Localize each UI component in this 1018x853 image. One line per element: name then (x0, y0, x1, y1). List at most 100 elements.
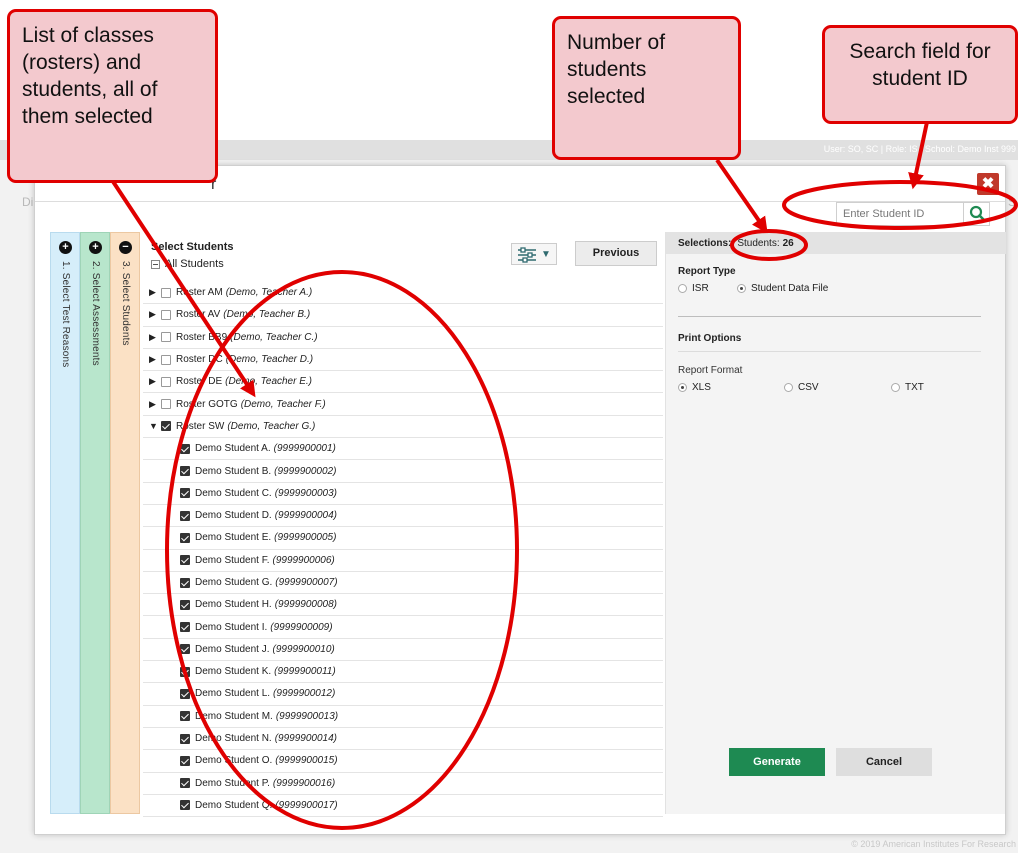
roster-name: Roster AV (176, 309, 221, 321)
checkbox[interactable] (180, 644, 190, 655)
checkbox[interactable] (180, 443, 190, 454)
student-row[interactable]: Demo Student H. (9999900008) (143, 594, 663, 617)
checkbox[interactable] (180, 711, 190, 722)
student-id-input[interactable] (837, 203, 961, 225)
checkbox[interactable] (180, 577, 190, 588)
format-radio-txt[interactable]: TXT (891, 382, 924, 393)
radio-button[interactable] (891, 383, 900, 392)
checkbox[interactable] (161, 332, 171, 343)
roster-row[interactable]: ▶ Roster DC (Demo, Teacher D.) (143, 349, 663, 372)
student-row[interactable]: Demo Student F. (9999900006) (143, 550, 663, 572)
collapse-icon[interactable] (151, 259, 160, 269)
student-row[interactable]: Demo Student C. (9999900003) (143, 483, 663, 505)
student-row[interactable]: Demo Student A. (9999900001) (143, 438, 663, 461)
student-row[interactable]: Demo Student G. (9999900007) (143, 572, 663, 595)
checkbox[interactable] (180, 778, 190, 789)
expand-right-icon[interactable]: ▶ (149, 309, 161, 320)
expand-right-icon[interactable]: ▶ (149, 399, 161, 410)
checkbox[interactable] (180, 800, 190, 811)
checkbox[interactable] (180, 555, 190, 566)
expand-right-icon[interactable]: ▶ (149, 376, 161, 387)
format-radio-xls[interactable]: XLS (678, 382, 711, 393)
checkbox[interactable] (180, 510, 190, 521)
checkbox[interactable] (180, 466, 190, 477)
radio-button[interactable] (678, 383, 687, 392)
roster-name: Roster DC (176, 354, 223, 366)
expand-right-icon[interactable]: ▶ (149, 332, 161, 343)
roster-row[interactable]: ▶ Roster GOTG (Demo, Teacher F.) (143, 393, 663, 416)
checkbox[interactable] (161, 421, 171, 432)
teacher-name: (Demo, Teacher F.) (240, 398, 326, 410)
student-row[interactable]: Demo Student J. (9999900010) (143, 639, 663, 662)
roster-name: Roster SW (176, 420, 225, 432)
student-name: Demo Student M. (195, 710, 273, 722)
student-row[interactable]: Demo Student O. (9999900015) (143, 750, 663, 773)
minus-icon: − (119, 241, 132, 254)
roster-row[interactable]: ▶ Roster AM (Demo, Teacher A.) (143, 282, 663, 305)
student-row[interactable]: Demo Student E. (9999900005) (143, 527, 663, 550)
generate-button[interactable]: Generate (729, 748, 825, 776)
student-row[interactable]: Demo Student M. (9999900013) (143, 706, 663, 728)
report-type-radio-data-file[interactable]: Student Data File (737, 283, 828, 294)
student-row[interactable]: Demo Student Q. (9999900017) (143, 795, 663, 818)
radio-button[interactable] (784, 383, 793, 392)
search-icon (969, 205, 985, 221)
teacher-name: (Demo, Teacher A.) (225, 287, 313, 299)
student-row[interactable]: Demo Student L. (9999900012) (143, 683, 663, 706)
callout-students-selected: Number of students selected (552, 16, 741, 160)
checkbox[interactable] (161, 309, 171, 320)
format-radio-csv[interactable]: CSV (784, 382, 819, 393)
roster-name: Roster DE (176, 376, 223, 388)
radio-button[interactable] (737, 284, 746, 293)
checkbox[interactable] (161, 399, 171, 410)
student-name: Demo Student B. (195, 465, 272, 477)
radio-button[interactable] (678, 284, 687, 293)
close-icon[interactable]: ✖ (977, 173, 999, 195)
roster-name: Roster AM (176, 287, 223, 299)
roster-row[interactable]: ▼ Roster SW (Demo, Teacher G.) (143, 416, 663, 439)
radio-label: XLS (692, 382, 711, 393)
checkbox[interactable] (161, 287, 171, 298)
student-row[interactable]: Demo Student K. (9999900011) (143, 661, 663, 684)
student-id: (9999900014) (274, 733, 337, 745)
checkbox[interactable] (161, 354, 171, 365)
select-students-heading: Select Students (151, 241, 234, 253)
expand-down-icon[interactable]: ▼ (149, 421, 161, 431)
student-id: (9999900008) (274, 599, 337, 611)
all-students-toggle[interactable]: All Students (151, 258, 224, 270)
callout-student-list: List of classes (rosters) and students, … (7, 9, 218, 183)
step-tab-assessments[interactable]: + 2. Select Assessments (80, 232, 110, 814)
search-button[interactable] (963, 203, 989, 225)
student-row[interactable]: Demo Student N. (9999900014) (143, 728, 663, 751)
expand-right-icon[interactable]: ▶ (149, 287, 161, 298)
student-name: Demo Student P. (195, 777, 270, 789)
roster-row[interactable]: ▶ Roster DE (Demo, Teacher E.) (143, 371, 663, 394)
filter-button[interactable]: ▼ (511, 243, 557, 265)
checkbox[interactable] (180, 599, 190, 610)
report-type-radio-isr[interactable]: ISR (678, 283, 709, 294)
student-row[interactable]: Demo Student D. (9999900004) (143, 505, 663, 528)
student-id: (9999900013) (275, 710, 339, 722)
checkbox[interactable] (180, 688, 190, 699)
previous-button[interactable]: Previous (575, 241, 657, 266)
checkbox[interactable] (180, 622, 190, 633)
cancel-button[interactable]: Cancel (836, 748, 932, 776)
student-name: Demo Student F. (195, 554, 270, 566)
expand-right-icon[interactable]: ▶ (149, 354, 161, 365)
student-row[interactable]: Demo Student I. (9999900009) (143, 616, 663, 639)
checkbox[interactable] (180, 532, 190, 543)
background-text-fragment: Di (22, 195, 34, 209)
student-row[interactable]: Demo Student B. (9999900002) (143, 460, 663, 483)
checkbox[interactable] (161, 376, 171, 387)
user-info: User: SO, SC | Role: IS | School: Demo I… (823, 144, 1016, 154)
step-tab-test-reasons[interactable]: + 1. Select Test Reasons (50, 232, 80, 814)
checkbox[interactable] (180, 733, 190, 744)
roster-row[interactable]: ▶ Roster BB9 (Demo, Teacher C.) (143, 327, 663, 349)
checkbox[interactable] (180, 666, 190, 677)
checkbox[interactable] (180, 755, 190, 766)
checkbox[interactable] (180, 488, 190, 499)
roster-row[interactable]: ▶ Roster AV (Demo, Teacher B.) (143, 304, 663, 327)
step-tab-students[interactable]: − 3. Select Students (110, 232, 140, 814)
student-row[interactable]: Demo Student P. (9999900016) (143, 773, 663, 795)
sliders-icon (518, 247, 536, 263)
